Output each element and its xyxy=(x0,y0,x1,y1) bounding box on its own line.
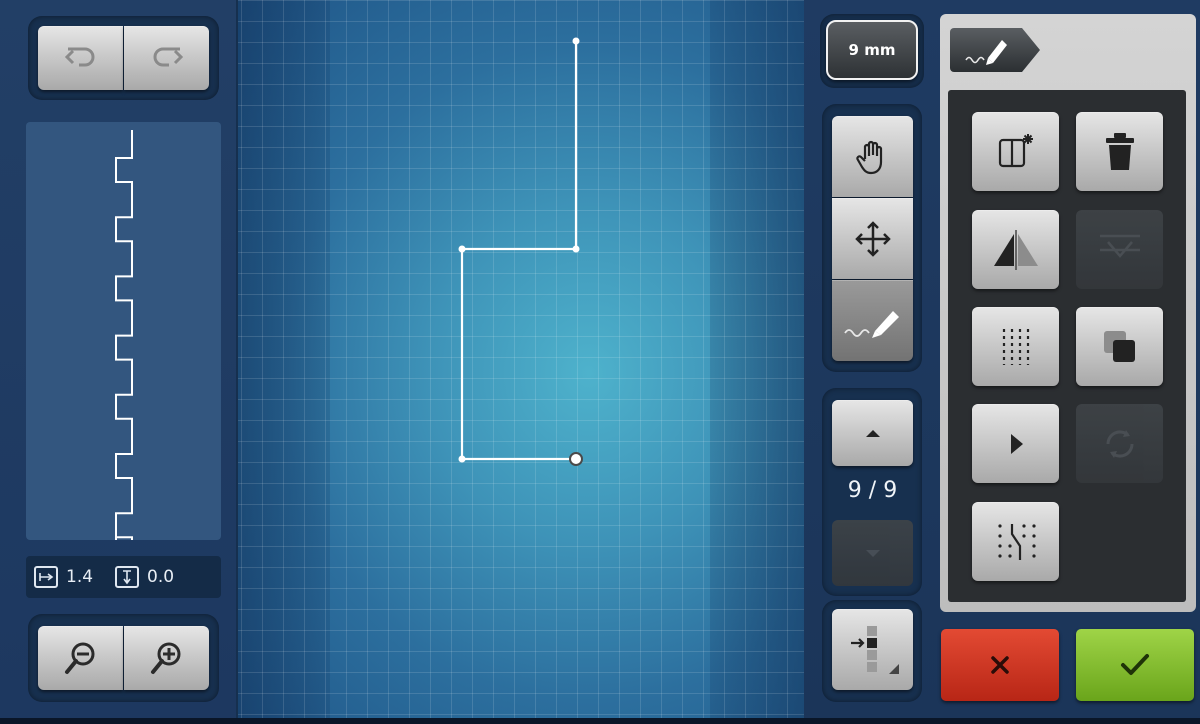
align-icon xyxy=(1099,234,1140,258)
stitch-preview-graphic xyxy=(115,130,133,574)
close-icon xyxy=(991,656,1009,674)
stitch-width-value: 1.4 xyxy=(66,567,94,587)
delete-button[interactable] xyxy=(1076,112,1163,191)
repeat-button[interactable] xyxy=(1076,404,1163,483)
confirm-button[interactable] xyxy=(1076,629,1194,701)
drawing-canvas[interactable] xyxy=(238,0,804,718)
zoom-out-icon xyxy=(64,642,94,674)
stitch-length-icon xyxy=(115,566,140,588)
stitch-path-drawing xyxy=(458,37,583,466)
duplicate-icon xyxy=(1103,330,1135,362)
undo-icon xyxy=(64,47,94,67)
mirror-button[interactable] xyxy=(972,210,1059,289)
page-up-button[interactable] xyxy=(832,400,913,466)
draw-icon xyxy=(843,310,899,338)
stitch-width-icon xyxy=(34,566,58,588)
stitch-readout: 1.4 0.0 xyxy=(26,556,221,598)
move-icon xyxy=(854,220,891,257)
page-down-button[interactable] xyxy=(832,520,913,586)
chevron-down-icon xyxy=(865,550,880,557)
stitch-length-value: 0.0 xyxy=(147,567,175,587)
stitch-grid-icon xyxy=(1002,328,1029,365)
duplicate-button[interactable] xyxy=(1076,307,1163,386)
layout-button[interactable] xyxy=(832,609,913,690)
play-icon xyxy=(1010,433,1023,454)
hand-tool-button[interactable] xyxy=(832,116,913,197)
stitch-point[interactable] xyxy=(458,455,466,463)
repeat-icon xyxy=(1105,429,1134,458)
new-point-button[interactable] xyxy=(972,112,1059,191)
bottom-strip xyxy=(0,718,1200,724)
redo-button[interactable] xyxy=(124,26,209,90)
play-button[interactable] xyxy=(972,404,1059,483)
undo-button[interactable] xyxy=(38,26,123,90)
stitch-size-button[interactable]: 9 mm xyxy=(826,20,918,80)
mirror-icon xyxy=(993,229,1038,270)
stitch-point[interactable] xyxy=(572,37,580,45)
chevron-up-icon xyxy=(865,430,880,437)
mode-selector xyxy=(832,116,913,361)
active-stitch-point[interactable] xyxy=(569,452,583,466)
new-point-icon xyxy=(998,133,1033,167)
stitch-preview xyxy=(26,122,221,574)
draw-tab[interactable] xyxy=(950,28,1040,72)
stitch-grid-button[interactable] xyxy=(972,307,1059,386)
stitch-path-icon xyxy=(997,523,1036,560)
layout-icon xyxy=(850,625,899,674)
stitch-point[interactable] xyxy=(572,245,580,253)
zoom-group xyxy=(38,626,209,690)
undo-redo-group xyxy=(38,26,209,90)
zoom-in-icon xyxy=(150,642,180,674)
stitch-path-button[interactable] xyxy=(972,502,1059,581)
cancel-button[interactable] xyxy=(941,629,1059,701)
draw-icon xyxy=(965,40,1007,65)
align-button[interactable] xyxy=(1076,210,1163,289)
stitch-point[interactable] xyxy=(458,245,466,253)
zoom-out-button[interactable] xyxy=(38,626,123,690)
hand-icon xyxy=(855,140,882,174)
move-tool-button[interactable] xyxy=(832,198,913,279)
pattern-counter: 9 / 9 xyxy=(847,478,898,503)
check-icon xyxy=(1121,654,1149,675)
redo-icon xyxy=(153,47,183,67)
trash-icon xyxy=(1105,132,1134,170)
draw-tool-button[interactable] xyxy=(832,280,913,361)
zoom-in-button[interactable] xyxy=(124,626,209,690)
